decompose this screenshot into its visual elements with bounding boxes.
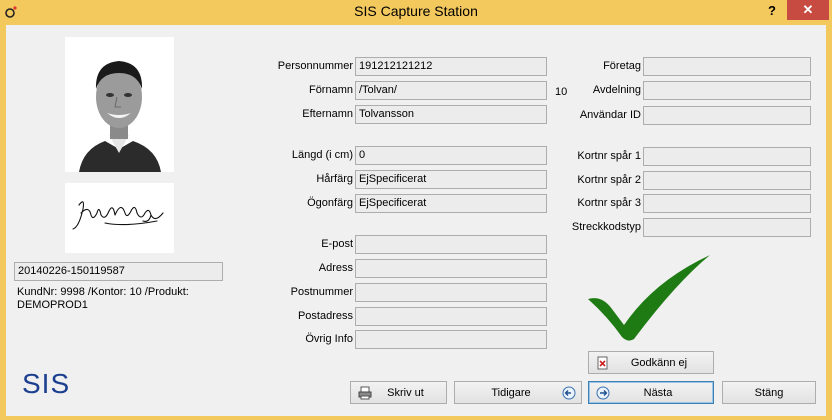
label-efternamn: Efternamn bbox=[302, 108, 353, 120]
label-kortnr-2: Kortnr spår 2 bbox=[577, 174, 641, 186]
id-number-field: 20140226-150119587 bbox=[14, 262, 223, 281]
label-ogonfarg: Ögonfärg bbox=[307, 197, 353, 209]
ogonfarg-field: EjSpecificerat bbox=[355, 194, 547, 213]
signature-image bbox=[65, 183, 174, 253]
postnummer-field bbox=[355, 283, 547, 302]
kortnr-3-field bbox=[643, 194, 811, 213]
reject-button-label: Godkänn ej bbox=[630, 356, 688, 369]
approved-check-icon bbox=[588, 255, 710, 341]
next-button-label: Nästa bbox=[643, 386, 673, 399]
capture-panel: 20140226-150119587 KundNr: 9998 /Kontor:… bbox=[6, 25, 826, 416]
sis-logo: SIS bbox=[22, 368, 71, 399]
customer-info-line2: DEMOPROD1 bbox=[17, 299, 88, 311]
ovrig-info-field bbox=[355, 330, 547, 349]
arrow-right-icon bbox=[596, 386, 610, 400]
close-button-label: Stäng bbox=[754, 386, 784, 399]
portrait-photo bbox=[65, 37, 174, 172]
label-kortnr-3: Kortnr spår 3 bbox=[577, 197, 641, 209]
label-fornamn: Förnamn bbox=[308, 84, 353, 96]
printer-icon bbox=[358, 386, 372, 400]
label-harfarg: Hårfärg bbox=[316, 173, 353, 185]
previous-button-label: Tidigare bbox=[491, 386, 531, 399]
adress-field bbox=[355, 259, 547, 278]
next-button[interactable]: Nästa bbox=[588, 381, 714, 404]
label-postnummer: Postnummer bbox=[290, 286, 353, 298]
kortnr-1-field bbox=[643, 147, 811, 166]
langd-field: 0 bbox=[355, 146, 547, 165]
reject-document-icon bbox=[597, 356, 608, 370]
window-title: SIS Capture Station bbox=[354, 3, 478, 19]
personnummer-field: 191212121212 bbox=[355, 57, 547, 76]
print-button[interactable]: Skriv ut bbox=[350, 381, 447, 404]
reject-button[interactable]: Godkänn ej bbox=[588, 351, 714, 374]
print-button-label: Skriv ut bbox=[387, 386, 424, 399]
label-anvandar-id: Användar ID bbox=[579, 109, 641, 121]
label-epost: E-post bbox=[321, 238, 353, 250]
harfarg-field: EjSpecificerat bbox=[355, 170, 547, 189]
label-foretag: Företag bbox=[603, 60, 641, 72]
epost-field bbox=[355, 235, 547, 254]
label-langd: Längd (i cm) bbox=[291, 149, 353, 161]
label-postadress: Postadress bbox=[297, 310, 353, 322]
label-avdelning: Avdelning bbox=[592, 84, 641, 96]
label-streckkodstyp: Streckkodstyp bbox=[571, 221, 641, 233]
fornamn-field: /Tolvan/ bbox=[355, 81, 547, 100]
streckkodstyp-field bbox=[643, 218, 811, 237]
label-personnummer: Personnummer bbox=[277, 60, 353, 72]
help-button[interactable]: ? bbox=[762, 1, 782, 21]
postadress-field bbox=[355, 307, 547, 326]
close-window-button[interactable]: ✕ bbox=[787, 0, 829, 20]
label-ovrig-info: Övrig Info bbox=[305, 333, 353, 345]
arrow-left-icon bbox=[562, 386, 576, 400]
anvandar-id-field bbox=[643, 106, 811, 125]
foretag-field bbox=[643, 57, 811, 76]
label-kortnr-1: Kortnr spår 1 bbox=[577, 150, 641, 162]
avdelning-field bbox=[643, 81, 811, 100]
close-button[interactable]: Stäng bbox=[722, 381, 816, 404]
title-bar[interactable]: SIS Capture Station ? ✕ bbox=[0, 0, 832, 24]
kortnr-2-field bbox=[643, 171, 811, 190]
app-window: SIS Capture Station ? ✕ 20140226-1501195… bbox=[0, 0, 832, 420]
efternamn-field: Tolvansson bbox=[355, 105, 547, 124]
previous-button[interactable]: Tidigare bbox=[454, 381, 582, 404]
customer-info-line1: KundNr: 9998 /Kontor: 10 /Produkt: bbox=[17, 286, 189, 298]
label-adress: Adress bbox=[318, 262, 353, 274]
